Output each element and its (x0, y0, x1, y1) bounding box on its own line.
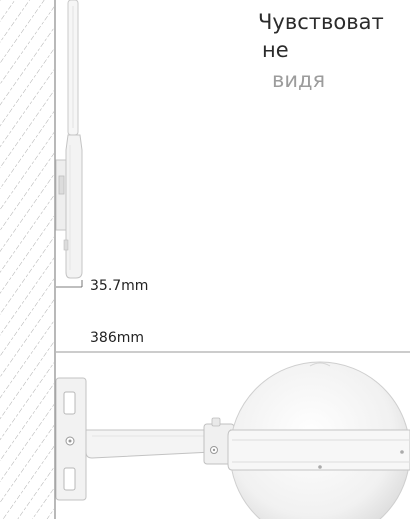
slim-device-side-view (55, 0, 83, 279)
headline: Чувствоват не видя (258, 8, 410, 94)
headline-line-2: не (262, 38, 289, 62)
width-label: 386mm (90, 330, 144, 346)
product-illustration: Чувствоват не видя 35.7mm 386mm (0, 0, 410, 524)
headline-line-1: Чувствоват (258, 10, 384, 34)
depth-dimension (56, 280, 83, 288)
dome-device-side-view (55, 361, 410, 524)
headline-line-3: видя (272, 68, 326, 92)
depth-label: 35.7mm (90, 278, 149, 294)
wall (0, 0, 56, 519)
